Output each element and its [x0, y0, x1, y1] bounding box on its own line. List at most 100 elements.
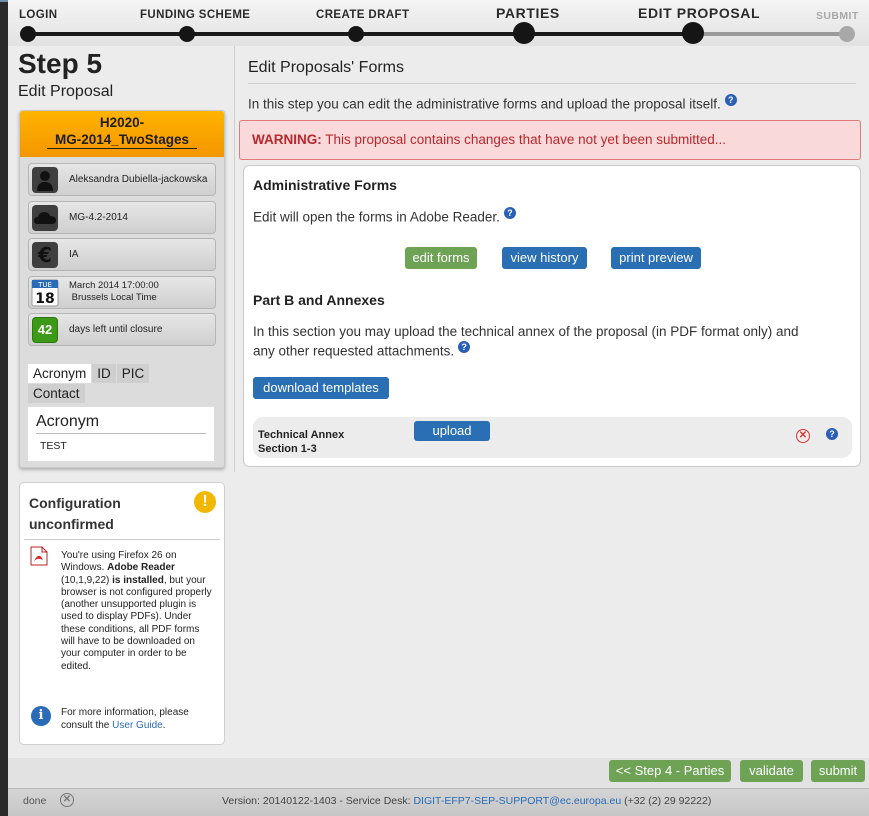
config-divider [24, 539, 220, 540]
admin-forms-sentence: Edit will open the forms in Adobe Reader… [253, 209, 500, 225]
days-left-row: 42 days left until closure [28, 313, 216, 346]
step-dot-login[interactable] [20, 26, 36, 42]
call-id-line2: MG-2014_TwoStages [46, 132, 198, 149]
cloud-icon [30, 203, 60, 232]
proposal-tabs: Acronym ID PIC Contact [28, 364, 218, 403]
step-dot-edit-proposal [682, 22, 704, 44]
deadline-row: TUE 18 March 2014 17:00:00 Brussels Loca… [28, 276, 216, 309]
action-type-row: € IA [28, 238, 216, 271]
part-b-text-line1: In this section you may upload the techn… [253, 324, 799, 339]
admin-forms-heading: Administrative Forms [253, 177, 397, 193]
help-icon[interactable]: ? [826, 428, 838, 440]
submit-button[interactable]: submit [811, 760, 865, 782]
coordinator-row: Aleksandra Dubiella-jackowska [28, 163, 216, 196]
config-title-line1: Configuration [29, 495, 121, 511]
person-icon [30, 165, 60, 194]
days-left-count: 42 [32, 316, 58, 343]
tab-id[interactable]: ID [92, 364, 116, 383]
more-info-period: . [162, 720, 166, 731]
config-title: Configuration unconfirmed [29, 493, 121, 535]
days-left-label: days left until closure [69, 324, 163, 335]
vertical-divider [234, 46, 235, 472]
intro-sentence: In this step you can edit the administra… [248, 96, 721, 112]
app-window: LOGIN FUNDING SCHEME CREATE DRAFT PARTIE… [8, 0, 869, 816]
warning-label: WARNING: [252, 132, 322, 147]
step-title: Step 5 [18, 48, 103, 79]
acronym-panel: Acronym TEST [28, 407, 214, 461]
progress-steps: LOGIN FUNDING SCHEME CREATE DRAFT PARTIE… [8, 0, 869, 46]
deadline-text: March 2014 17:00:00 Brussels Local Time [69, 280, 159, 304]
intro-text: In this step you can edit the administra… [248, 94, 737, 112]
step-label-submit: SUBMIT [816, 10, 859, 22]
step-label-parties: PARTIES [496, 5, 560, 21]
step-label-edit-proposal: EDIT PROPOSAL [638, 5, 761, 21]
tab-acronym[interactable]: Acronym [28, 364, 92, 383]
tab-contact[interactable]: Contact [28, 384, 85, 403]
user-guide-link[interactable]: User Guide [112, 720, 163, 731]
svg-text:€: € [37, 243, 52, 267]
part-b-text: In this section you may upload the techn… [253, 322, 799, 361]
service-desk-email-link[interactable]: DIGIT-EFP7-SEP-SUPPORT@ec.europa.eu [413, 795, 621, 807]
footer-action-bar: << Step 4 - Parties validate submit [8, 758, 869, 788]
calendar-day: TUE [37, 281, 52, 289]
calendar-date: 18 [35, 291, 54, 307]
pdf-icon [30, 546, 48, 566]
step-subtitle: Edit Proposal [18, 83, 114, 100]
help-icon[interactable]: ? [458, 341, 471, 353]
remove-icon[interactable]: ✕ [796, 429, 810, 443]
service-desk-phone: (+32 (2) 29 92222) [621, 795, 712, 807]
help-icon[interactable]: ? [503, 207, 516, 219]
print-preview-button[interactable]: print preview [611, 247, 701, 269]
admin-forms-text: Edit will open the forms in Adobe Reader… [253, 207, 516, 227]
acronym-value: TEST [40, 440, 67, 452]
unsubmitted-warning: WARNING: This proposal contains changes … [239, 120, 861, 160]
part-b-heading: Part B and Annexes [253, 292, 385, 308]
call-info-box: H2020- MG-2014_TwoStages Aleksandra Dubi… [19, 110, 225, 468]
left-sidebar: Step 5 Edit Proposal H2020- MG-2014_TwoS… [8, 46, 234, 758]
forms-panel: Administrative Forms Edit will open the … [243, 165, 861, 467]
version-info: Version: 20140122-1403 - Service Desk: D… [222, 795, 711, 807]
version-text: Version: 20140122-1403 - Service Desk: [222, 795, 414, 807]
topic-row: MG-4.2-2014 [28, 201, 216, 234]
configuration-box: Configuration unconfirmed ! You're using … [19, 482, 225, 745]
config-message: You're using Firefox 26 on Windows. Adob… [61, 550, 216, 673]
validate-button[interactable]: validate [740, 760, 803, 782]
days-left-badge: 42 [30, 315, 60, 344]
status-bar: done ✕ Version: 20140122-1403 - Service … [8, 788, 869, 816]
technical-annex-row: Technical Annex Section 1-3 upload ✕ ? [253, 417, 852, 458]
download-templates-button[interactable]: download templates [253, 377, 389, 399]
config-text-post: , but your browser is not configured pro… [61, 574, 212, 672]
help-icon[interactable]: ? [724, 94, 737, 106]
stop-icon[interactable]: ✕ [60, 793, 74, 807]
tab-pic[interactable]: PIC [116, 364, 150, 383]
progress-line-remaining [694, 32, 849, 36]
technical-annex-label: Technical Annex Section 1-3 [258, 429, 345, 455]
info-icon: i [31, 706, 51, 726]
config-title-line2: unconfirmed [29, 516, 114, 532]
call-header: H2020- MG-2014_TwoStages [20, 111, 224, 157]
view-history-button[interactable]: view history [502, 247, 587, 269]
acronym-heading: Acronym [36, 413, 206, 434]
edit-forms-button[interactable]: edit forms [405, 247, 477, 269]
euro-icon: € [30, 240, 60, 269]
coordinator-name: Aleksandra Dubiella-jackowska [69, 174, 208, 185]
page-title: Edit Proposals' Forms [248, 59, 856, 84]
deadline-line1: March 2014 17:00:00 [69, 280, 159, 291]
config-more-info: For more information, please consult the… [61, 706, 216, 732]
step-dot-parties[interactable] [513, 22, 535, 44]
call-id-line1: H2020- [99, 115, 145, 130]
step-dot-submit [839, 26, 855, 42]
config-text-version: (10,1,9,22) [61, 574, 113, 586]
config-text-adobe: Adobe Reader [107, 562, 175, 574]
part-b-text-line2: any other requested attachments. [253, 343, 455, 359]
upload-button[interactable]: upload [414, 421, 490, 441]
step-dot-funding-scheme[interactable] [179, 26, 195, 42]
step-label-login: LOGIN [19, 9, 58, 21]
action-type: IA [69, 249, 79, 260]
step-dot-create-draft[interactable] [348, 26, 364, 42]
back-step-4-button[interactable]: << Step 4 - Parties [609, 760, 731, 782]
config-text-installed: is installed [112, 574, 164, 586]
topic-code: MG-4.2-2014 [69, 212, 128, 223]
deadline-line2: Brussels Local Time [69, 292, 157, 303]
step-label-create-draft: CREATE DRAFT [316, 9, 410, 21]
